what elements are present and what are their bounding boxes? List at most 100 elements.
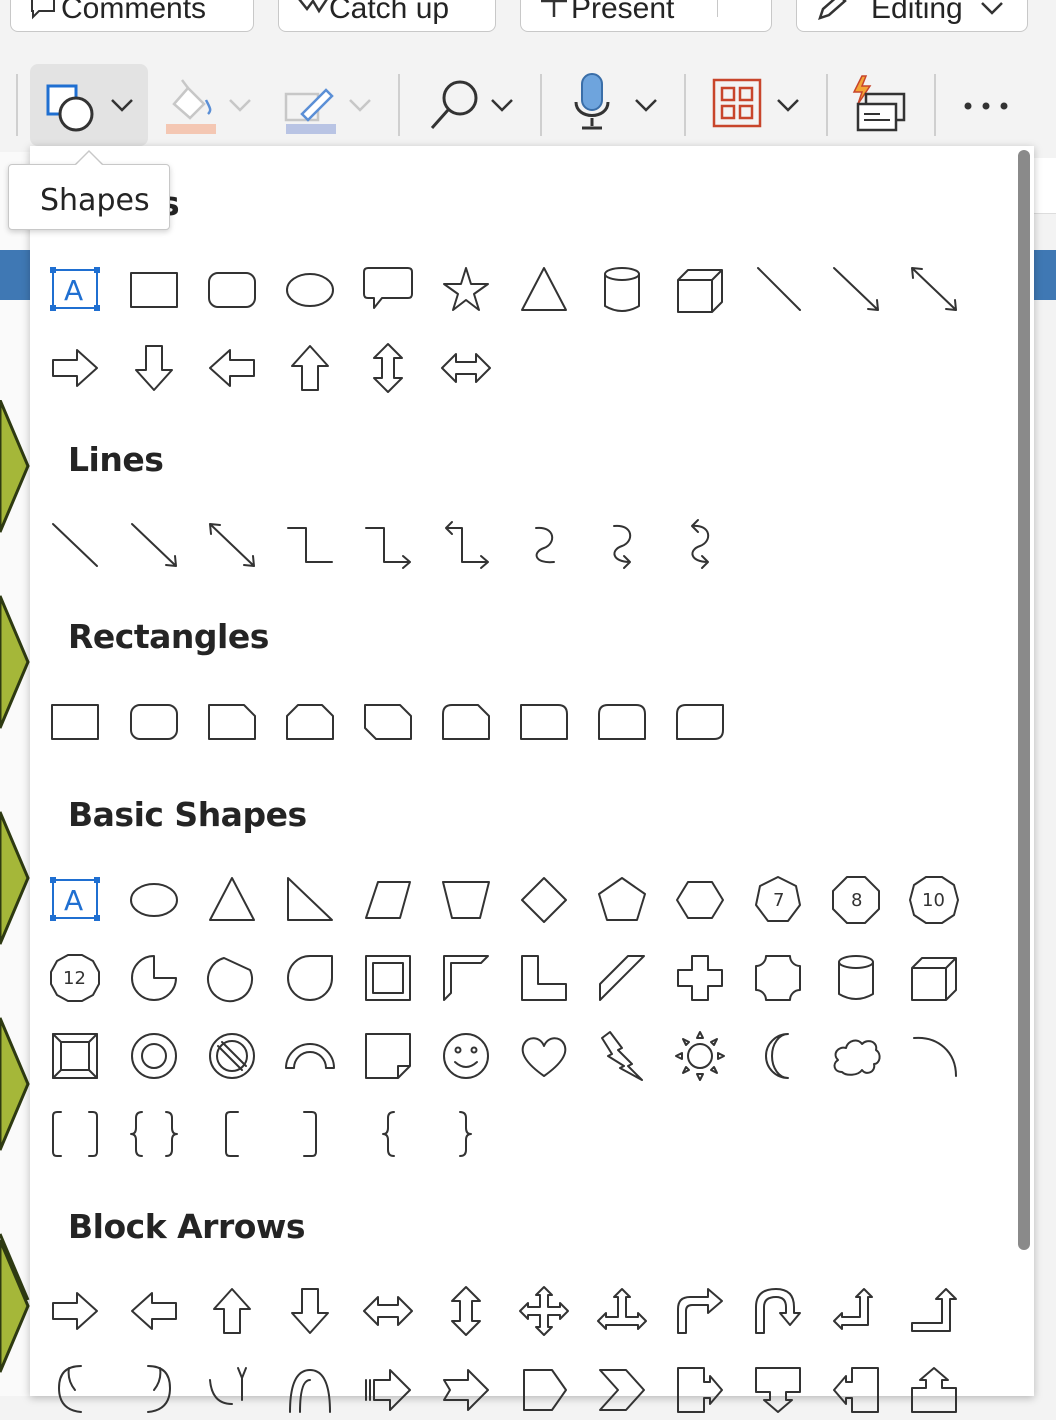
block-arrow-left-right-up[interactable] [592,1281,652,1341]
basic-right-bracket[interactable] [280,1104,340,1164]
block-arrow-down[interactable] [280,1281,340,1341]
shape-arrow-right[interactable] [45,338,105,398]
block-arrow-u-turn[interactable] [748,1281,808,1341]
connector-elbow-double-arrow[interactable] [436,516,496,576]
basic-left-brace[interactable] [358,1104,418,1164]
basic-teardrop[interactable] [280,948,340,1008]
find-button[interactable] [420,64,524,146]
line-straight[interactable] [45,516,105,576]
rect-snip-diagonal[interactable] [358,692,418,752]
block-arrow-striped-right[interactable] [358,1360,418,1420]
basic-right-brace[interactable] [436,1104,496,1164]
basic-oval[interactable] [124,870,184,930]
block-arrow-bent[interactable] [670,1281,730,1341]
add-ins-button[interactable] [704,64,808,146]
basic-octagon[interactable]: 8 [826,870,886,930]
connector-curved-double-arrow[interactable] [670,516,730,576]
basic-chord[interactable] [202,948,262,1008]
basic-parallelogram[interactable] [358,870,418,930]
basic-smiley-face[interactable] [436,1026,496,1086]
connector-elbow-arrow[interactable] [358,516,418,576]
rect-snip-single-corner[interactable] [202,692,262,752]
basic-triangle[interactable] [202,870,262,930]
basic-sun[interactable] [670,1026,730,1086]
shape-arrow-down[interactable] [124,338,184,398]
block-arrow-up-callout[interactable] [904,1360,964,1420]
basic-right-triangle[interactable] [280,870,340,930]
block-arrow-chevron[interactable] [592,1360,652,1420]
basic-bevel[interactable] [45,1026,105,1086]
basic-heart[interactable] [514,1026,574,1086]
block-arrow-notched-right[interactable] [436,1360,496,1420]
block-arrow-left-up[interactable] [826,1281,886,1341]
basic-hexagon[interactable] [670,870,730,930]
basic-half-frame[interactable] [436,948,496,1008]
block-arrow-up[interactable] [202,1281,262,1341]
gallery-scrollbar[interactable] [1018,150,1030,1250]
rect-round-same-side[interactable] [592,692,652,752]
shape-line[interactable] [748,260,808,320]
basic-pie[interactable] [124,948,184,1008]
shape-arrow-up-down[interactable] [358,338,418,398]
more-options-button[interactable] [950,64,1024,146]
basic-heptagon[interactable]: 7 [748,870,808,930]
rect-basic[interactable] [45,692,105,752]
basic-left-bracket[interactable] [202,1104,262,1164]
shape-callout[interactable] [358,260,418,320]
present-options-button[interactable] [717,0,771,17]
block-arrow-pentagon[interactable] [514,1360,574,1420]
shape-line-arrow[interactable] [826,260,886,320]
basic-double-bracket[interactable] [45,1104,105,1164]
basic-block-arc[interactable] [280,1026,340,1086]
present-button[interactable]: Present [520,0,772,32]
basic-donut[interactable] [124,1026,184,1086]
block-arrow-right[interactable] [45,1281,105,1341]
block-arrow-curved-down[interactable] [280,1360,340,1420]
connector-elbow[interactable] [280,516,340,576]
shape-rectangle[interactable] [124,260,184,320]
basic-folded-corner[interactable] [358,1026,418,1086]
shapes-button[interactable] [30,64,148,146]
basic-pentagon[interactable] [592,870,652,930]
catch-up-button[interactable]: Catch up [278,0,496,32]
rect-round-diagonal[interactable] [670,692,730,752]
basic-moon[interactable] [748,1026,808,1086]
rect-round-single-corner[interactable] [514,692,574,752]
basic-cloud[interactable] [826,1026,886,1086]
connector-curved[interactable] [514,516,574,576]
line-arrow[interactable] [124,516,184,576]
block-arrow-curved-up[interactable] [202,1360,262,1420]
basic-plaque[interactable] [748,948,808,1008]
block-arrow-left[interactable] [124,1281,184,1341]
basic-can[interactable] [826,948,886,1008]
block-arrow-left-callout[interactable] [826,1360,886,1420]
connector-curved-arrow[interactable] [592,516,652,576]
block-arrow-bent-up[interactable] [904,1281,964,1341]
shape-star[interactable] [436,260,496,320]
rect-snip-round[interactable] [436,692,496,752]
shape-text-box[interactable]: A [45,260,105,320]
basic-frame[interactable] [358,948,418,1008]
shape-fill-button[interactable] [160,64,260,146]
line-double-arrow[interactable] [202,516,262,576]
block-arrow-down-callout[interactable] [748,1360,808,1420]
shape-rounded-rectangle[interactable] [202,260,262,320]
shape-cylinder[interactable] [592,260,652,320]
shape-triangle[interactable] [514,260,574,320]
designer-button[interactable] [846,64,916,146]
editing-mode-button[interactable]: Editing [796,0,1028,32]
basic-trapezoid[interactable] [436,870,496,930]
basic-decagon[interactable]: 10 [904,870,964,930]
basic-cross[interactable] [670,948,730,1008]
shape-oval[interactable] [280,260,340,320]
basic-arc[interactable] [904,1026,964,1086]
block-arrow-curved-left[interactable] [124,1360,184,1420]
block-arrow-up-down[interactable] [436,1281,496,1341]
shape-arrow-left-right[interactable] [436,338,496,398]
basic-double-brace[interactable] [124,1104,184,1164]
basic-l-shape[interactable] [514,948,574,1008]
basic-no-symbol[interactable] [202,1026,262,1086]
rect-rounded[interactable] [124,692,184,752]
basic-diamond[interactable] [514,870,574,930]
block-arrow-right-callout[interactable] [670,1360,730,1420]
